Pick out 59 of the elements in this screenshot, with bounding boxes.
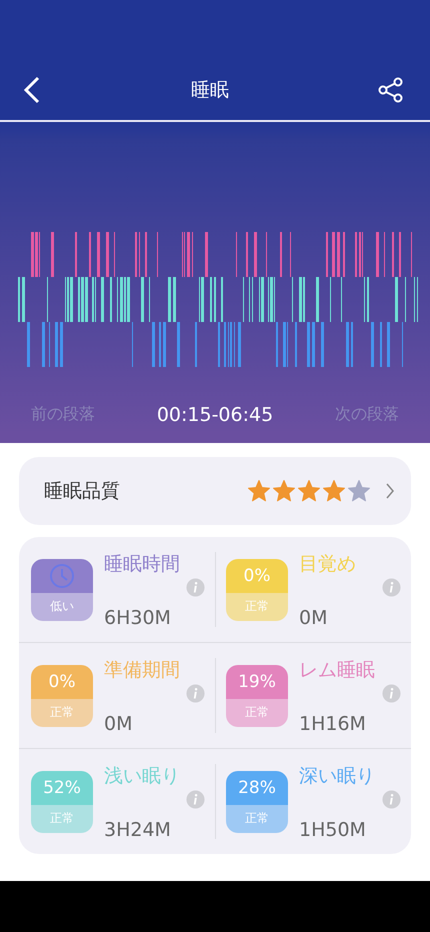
info-icon[interactable] [186, 790, 205, 809]
info-icon[interactable] [382, 684, 401, 703]
metric-title: 目覚め [299, 552, 356, 576]
sleep-stage-bar [187, 232, 190, 277]
star-icon [247, 479, 271, 503]
page-title: 睡眠 [191, 78, 229, 103]
sleep-stage-bar [51, 232, 54, 277]
sleep-stage-bar [163, 322, 166, 367]
chevron-icon [385, 482, 395, 500]
status-label: 正常 [245, 704, 269, 721]
status-label: 正常 [50, 704, 74, 721]
info-icon[interactable] [382, 790, 401, 809]
status-label: 正常 [50, 810, 74, 827]
sleep-stage-bar [152, 322, 155, 367]
sleep-stage-bar [321, 322, 324, 367]
info-icon[interactable] [382, 578, 401, 597]
percent-value: 52% [43, 778, 81, 798]
metric-title: 浅い眠り [104, 764, 180, 788]
star-icon [347, 479, 371, 503]
metric-value: 1H50M [299, 818, 367, 840]
star-icon [297, 479, 321, 503]
metric-value: 1H16M [299, 712, 367, 734]
metric-value: 0M [104, 712, 134, 734]
info-icon[interactable] [186, 578, 205, 597]
back-icon[interactable] [22, 76, 42, 104]
sleep-stage-bar [60, 322, 63, 367]
metric-title: 睡眠時間 [104, 552, 180, 576]
sleep-stage-bar [346, 322, 349, 367]
sleep-stage-bar [55, 322, 58, 367]
info-icon[interactable] [186, 684, 205, 703]
sleep-stage-bar [307, 322, 310, 367]
percent-value: 0% [48, 672, 76, 692]
status-label: 正常 [245, 598, 269, 615]
metric-title: レム睡眠 [299, 658, 375, 682]
metric-title: 深い眠り [299, 764, 375, 788]
sleep-stage-bar [22, 277, 25, 322]
status-label: 低い [50, 598, 74, 615]
metric-value: 0M [299, 606, 328, 628]
sleep-stage-bar [42, 322, 45, 367]
metric-value: 3H24M [104, 818, 172, 840]
sleep-stage-bar [371, 322, 374, 367]
star-icon [272, 479, 296, 503]
star-icon [322, 479, 346, 503]
percent-value: 0% [244, 566, 270, 586]
quality-card[interactable]: 睡眠品質 [19, 457, 411, 525]
percent-value: 19% [238, 672, 276, 692]
share-icon[interactable] [378, 77, 404, 103]
sleep-stage-bar [238, 322, 241, 367]
sleep-stage-bar [27, 322, 30, 367]
clock-icon [49, 562, 75, 588]
status-label: 正常 [245, 810, 269, 827]
percent-value: 28% [238, 778, 276, 798]
sleep-stage-bar [376, 232, 379, 277]
sleep-stage-bar [168, 277, 171, 322]
sleep-stage-bar [387, 322, 390, 367]
metric-value: 6H30M [104, 606, 172, 628]
quality-label: 睡眠品質 [44, 479, 121, 504]
metric-title: 準備期間 [104, 658, 180, 682]
time-range: 00:15-06:45 [156, 404, 274, 426]
